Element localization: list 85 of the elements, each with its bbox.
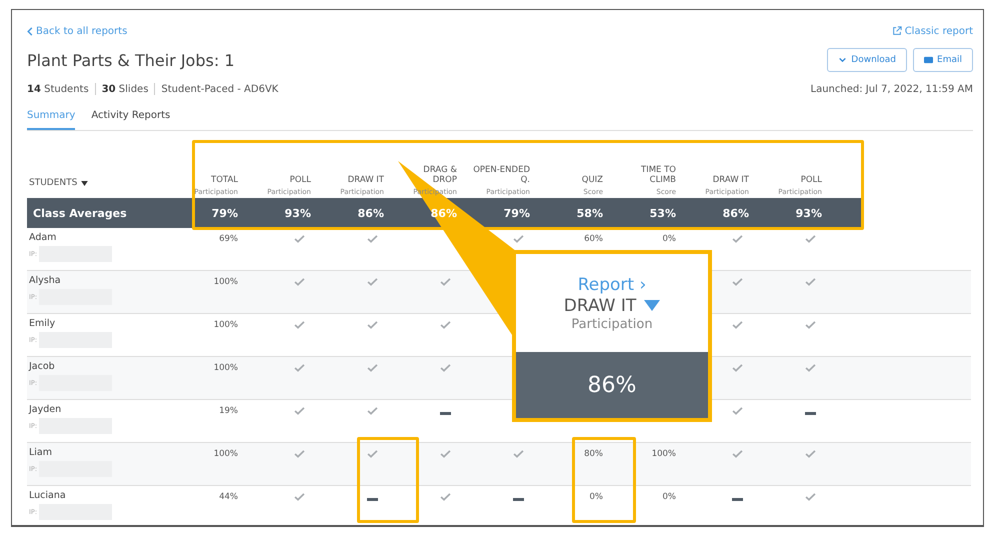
table-cell: 60% xyxy=(584,234,603,244)
average-value: 58% xyxy=(576,206,604,220)
check-icon xyxy=(732,407,743,415)
table-cell: 100% xyxy=(214,277,238,287)
triangle-down-icon xyxy=(644,300,660,311)
check-icon xyxy=(440,321,451,329)
check-icon xyxy=(367,450,378,458)
table-cell: 19% xyxy=(219,406,238,416)
chevron-down-icon xyxy=(838,56,848,64)
average-value: 86% xyxy=(430,206,458,220)
check-icon xyxy=(294,364,305,372)
check-icon xyxy=(732,450,743,458)
table-cell: 0% xyxy=(662,492,676,502)
check-icon xyxy=(294,278,305,286)
average-value: 53% xyxy=(648,206,677,220)
dash-icon xyxy=(440,412,451,415)
check-icon xyxy=(732,364,743,372)
check-icon xyxy=(805,321,816,329)
table-cell: 100% xyxy=(214,363,238,373)
average-value: 93% xyxy=(794,206,823,220)
report-stat: 30 Slides xyxy=(102,84,148,94)
callout-subtitle: Participation xyxy=(571,316,653,332)
check-icon xyxy=(805,235,816,243)
student-name[interactable]: Luciana xyxy=(29,490,173,501)
check-icon xyxy=(294,235,305,243)
average-value: 86% xyxy=(356,206,385,220)
dash-icon xyxy=(513,498,524,501)
chevron-left-icon xyxy=(27,26,33,36)
report-stat: Student-Paced - AD6VK xyxy=(161,84,278,94)
check-icon xyxy=(294,450,305,458)
check-icon xyxy=(732,321,743,329)
sort-down-icon[interactable] xyxy=(81,180,88,186)
average-value: 86% xyxy=(722,206,750,220)
table-cell: 0% xyxy=(590,492,603,502)
column-header[interactable]: STUDENTS xyxy=(29,178,78,188)
check-icon xyxy=(367,321,378,329)
download-button[interactable]: Download xyxy=(827,48,908,72)
check-icon xyxy=(440,493,451,501)
dash-icon xyxy=(367,498,378,501)
check-icon xyxy=(294,321,305,329)
check-icon xyxy=(367,407,378,415)
check-icon xyxy=(367,364,378,372)
launch-date: Launched: Jul 7, 2022, 11:59 AM xyxy=(810,84,973,94)
check-icon xyxy=(513,235,524,243)
check-icon xyxy=(367,235,378,243)
table-cell: 44% xyxy=(219,492,238,502)
email-button[interactable]: Email xyxy=(913,48,973,72)
check-icon xyxy=(805,278,816,286)
row-label: Class Averages xyxy=(32,206,128,220)
check-icon xyxy=(805,364,816,372)
check-icon xyxy=(440,278,451,286)
check-icon xyxy=(294,407,305,415)
average-value: 79% xyxy=(210,206,239,220)
table-cell: 100% xyxy=(214,320,238,330)
student-name[interactable]: Liam xyxy=(29,447,173,458)
table-cell: 0% xyxy=(662,234,676,244)
check-icon xyxy=(440,450,451,458)
student-name[interactable]: Alysha xyxy=(29,275,173,286)
external-link-icon xyxy=(892,26,902,36)
tab[interactable]: Activity Reports xyxy=(91,102,170,130)
average-value: 93% xyxy=(284,206,312,220)
dash-icon xyxy=(805,412,816,415)
report-title: Plant Parts & Their Jobs: 1 xyxy=(27,50,234,70)
callout-title: DRAW IT xyxy=(564,296,636,316)
report-stat: 14 Students xyxy=(27,84,89,94)
table-cell: 100% xyxy=(214,449,238,459)
check-icon xyxy=(805,450,816,458)
table-cell: 100% xyxy=(652,449,676,459)
student-name[interactable]: Emily xyxy=(29,318,173,329)
check-icon xyxy=(440,364,451,372)
student-name[interactable]: Adam xyxy=(29,232,173,243)
check-icon xyxy=(805,493,816,501)
table-cell: 80% xyxy=(584,449,603,459)
check-icon xyxy=(732,278,743,286)
dash-icon xyxy=(732,498,743,501)
callout-value: 86% xyxy=(588,372,636,398)
average-value: 79% xyxy=(502,206,531,220)
envelope-icon xyxy=(924,56,934,64)
table-cell: 69% xyxy=(219,234,238,244)
student-name[interactable]: Jacob xyxy=(29,361,173,372)
student-name[interactable]: Jayden xyxy=(29,404,173,415)
check-icon xyxy=(732,235,743,243)
check-icon xyxy=(367,278,378,286)
check-icon xyxy=(513,450,524,458)
check-icon xyxy=(294,493,305,501)
